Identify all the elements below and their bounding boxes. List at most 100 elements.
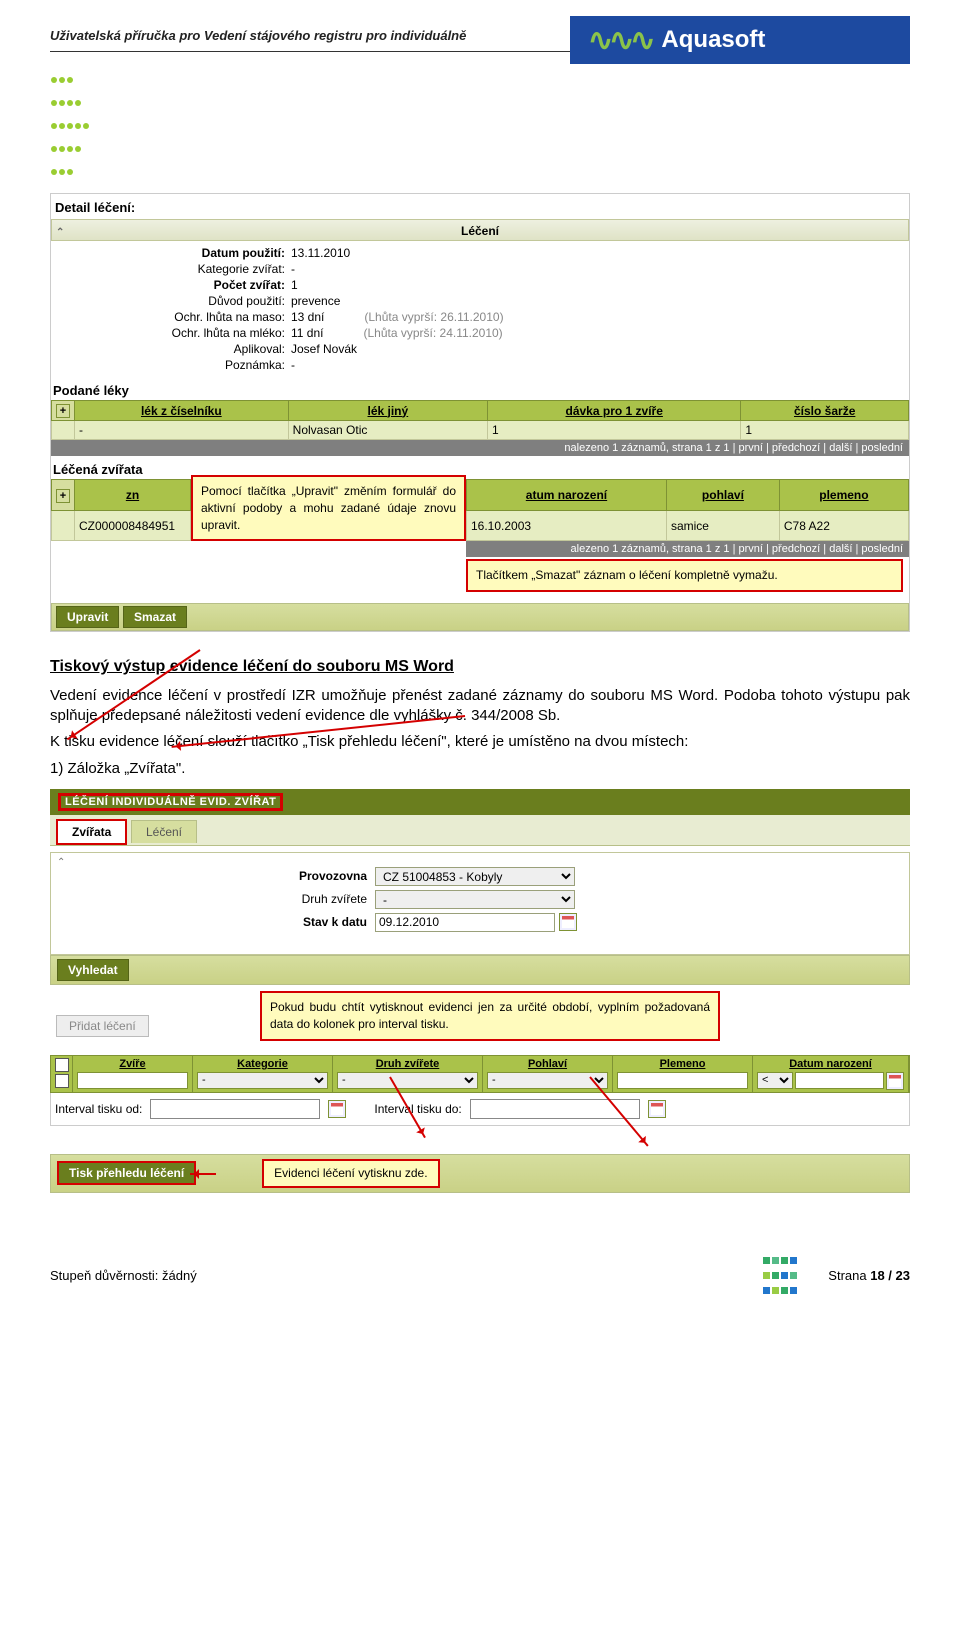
filter-druh[interactable]: - — [337, 1072, 478, 1089]
label-provozovna: Provozovna — [65, 869, 375, 883]
zv-date: 16.10.2003 — [467, 510, 667, 541]
label-druh: Druh zvířete — [65, 892, 375, 906]
col-plemeno[interactable]: Plemeno — [617, 1058, 748, 1070]
print-bar: Tisk přehledu léčení Evidenci léčení vyt… — [50, 1154, 910, 1193]
leky-col-2[interactable]: dávka pro 1 zvíře — [488, 401, 741, 421]
footer-page-label: Strana — [828, 1268, 866, 1283]
highlight-box: LÉČENÍ INDIVIDUÁLNĚ EVID. ZVÍŘAT — [58, 793, 283, 811]
tab-zvirata[interactable]: Zvířata — [56, 819, 127, 845]
filter-form: ⌃ Provozovna CZ 51004853 - Kobyly Druh z… — [50, 852, 910, 955]
select-druh[interactable]: - — [375, 890, 575, 909]
callout-print: Evidenci léčení vytisknu zde. — [262, 1159, 439, 1188]
arrow-icon — [190, 1173, 216, 1175]
k-aplikoval: Aplikoval: — [51, 342, 291, 356]
collapse-icon[interactable]: ⌃ — [56, 222, 64, 244]
v-datum: 13.11.2010 — [291, 246, 909, 260]
filter-pohlavi[interactable]: - — [487, 1072, 608, 1089]
v-duvod: prevence — [291, 294, 909, 308]
label-interval-od: Interval tisku od: — [55, 1102, 142, 1116]
filter-datop[interactable]: < — [757, 1072, 793, 1089]
k-datum: Datum použití: — [51, 246, 291, 260]
v-maso: 13 dní — [291, 310, 324, 324]
leky-cell: Nolvasan Otic — [288, 421, 487, 440]
print-button[interactable]: Tisk přehledu léčení — [57, 1161, 196, 1185]
hint-mleko: (Lhůta vyprší: 24.11.2010) — [363, 326, 502, 340]
footer-left: Stupeň důvěrnosti: žádný — [50, 1268, 762, 1283]
table-row[interactable]: 16.10.2003 samice C78 A22 — [467, 510, 909, 541]
leky-cell: - — [75, 421, 289, 440]
k-maso: Ochr. lhůta na maso: — [51, 310, 291, 324]
select-provozovna[interactable]: CZ 51004853 - Kobyly — [375, 867, 575, 886]
v-poznamka: - — [291, 358, 909, 372]
tab-leceni[interactable]: Léčení — [131, 820, 197, 843]
doc-title: Uživatelská příručka pro Vedení stájovéh… — [50, 28, 570, 52]
footer-page-num: 18 / 23 — [870, 1268, 910, 1283]
col-kat[interactable]: Kategorie — [197, 1058, 328, 1070]
col-druh[interactable]: Druh zvířete — [337, 1058, 478, 1070]
detail-heading: Detail léčení: — [51, 194, 909, 219]
v-kategorie: - — [291, 262, 909, 276]
leky-cell: 1 — [488, 421, 741, 440]
search-button[interactable]: Vyhledat — [57, 959, 129, 981]
footer-dots — [762, 1253, 798, 1298]
label-interval-do: Interval tisku do: — [374, 1102, 461, 1116]
collapse-icon[interactable]: ⌃ — [57, 857, 65, 868]
leky-col-3[interactable]: číslo šarže — [741, 401, 909, 421]
k-pocet: Počet zvířat: — [51, 278, 291, 292]
callout-period: Pokud budu chtít vytisknout evidenci jen… — [260, 991, 720, 1041]
brand-badge: ∿∿∿ Aquasoft — [570, 16, 910, 64]
zv-col-2[interactable]: pohlaví — [666, 480, 779, 511]
table-row[interactable]: - Nolvasan Otic 1 1 — [52, 421, 909, 440]
zv-col-3[interactable]: plemeno — [779, 480, 908, 511]
k-kategorie: Kategorie zvířat: — [51, 262, 291, 276]
add-row-icon[interactable]: + — [56, 489, 70, 503]
filter-kat[interactable]: - — [197, 1072, 328, 1089]
calendar-icon[interactable] — [648, 1100, 666, 1118]
zvirata-heading: Léčená zvířata — [51, 456, 909, 479]
filter-datnar[interactable] — [795, 1072, 884, 1089]
leky-pager[interactable]: nalezeno 1 záznamů, strana 1 z 1 | první… — [51, 440, 909, 456]
zv-sex: samice — [666, 510, 779, 541]
delete-button[interactable]: Smazat — [123, 606, 187, 628]
leky-col-0[interactable]: lék z číselníku — [75, 401, 289, 421]
interval-row: Interval tisku od: Interval tisku do: — [50, 1093, 910, 1126]
k-mleko: Ochr. lhůta na mléko: — [51, 326, 291, 340]
filter-zvire[interactable] — [77, 1072, 188, 1089]
checkbox[interactable] — [55, 1074, 69, 1088]
leky-heading: Podané léky — [51, 377, 909, 400]
panel-title: LÉČENÍ INDIVIDUÁLNĚ EVID. ZVÍŘAT — [50, 789, 910, 815]
zv-breed: C78 A22 — [779, 510, 908, 541]
col-zvire[interactable]: Zvíře — [77, 1058, 188, 1070]
panel-title-text: LÉČENÍ INDIVIDUÁLNĚ EVID. ZVÍŘAT — [65, 796, 276, 808]
calendar-icon[interactable] — [328, 1100, 346, 1118]
k-duvod: Důvod použití: — [51, 294, 291, 308]
callout-edit: Pomocí tlačítka „Upravit" změním formulá… — [191, 475, 466, 541]
zv-col-1[interactable]: atum narození — [467, 480, 667, 511]
add-row-icon[interactable]: + — [56, 404, 70, 418]
label-stav: Stav k datu — [65, 915, 375, 929]
edit-button[interactable]: Upravit — [56, 606, 119, 628]
zvirata-table-right: atum narození pohlaví plemeno 16.10.2003… — [466, 479, 909, 541]
section-title: Léčení — [461, 224, 499, 238]
col-datnar[interactable]: Datum narození — [757, 1058, 904, 1070]
k-poznamka: Poznámka: — [51, 358, 291, 372]
calendar-icon[interactable] — [559, 913, 577, 931]
zv-pager[interactable]: alezeno 1 záznamů, strana 1 z 1 | první … — [466, 541, 909, 557]
calendar-icon[interactable] — [886, 1072, 904, 1090]
input-interval-do[interactable] — [470, 1099, 640, 1119]
leky-cell: 1 — [741, 421, 909, 440]
input-interval-od[interactable] — [150, 1099, 320, 1119]
checkbox-all[interactable] — [55, 1058, 69, 1072]
v-mleko: 11 dní — [291, 326, 323, 340]
col-pohlavi[interactable]: Pohlaví — [487, 1058, 608, 1070]
callout-delete: Tlačítkem „Smazat" záznam o léčení kompl… — [466, 559, 903, 592]
zv-col-0[interactable]: zn — [75, 480, 191, 511]
hint-maso: (Lhůta vyprší: 26.11.2010) — [364, 310, 503, 324]
filter-plemeno[interactable] — [617, 1072, 748, 1089]
input-stav[interactable] — [375, 913, 555, 932]
add-treatment-button: Přidat léčení — [56, 1015, 149, 1037]
tab-row: Zvířata Léčení — [50, 815, 910, 846]
leky-col-1[interactable]: lék jiný — [288, 401, 487, 421]
list-item: 1) Záložka „Zvířata". — [50, 759, 910, 779]
table-row[interactable]: CZ000008484951 — [52, 511, 191, 541]
